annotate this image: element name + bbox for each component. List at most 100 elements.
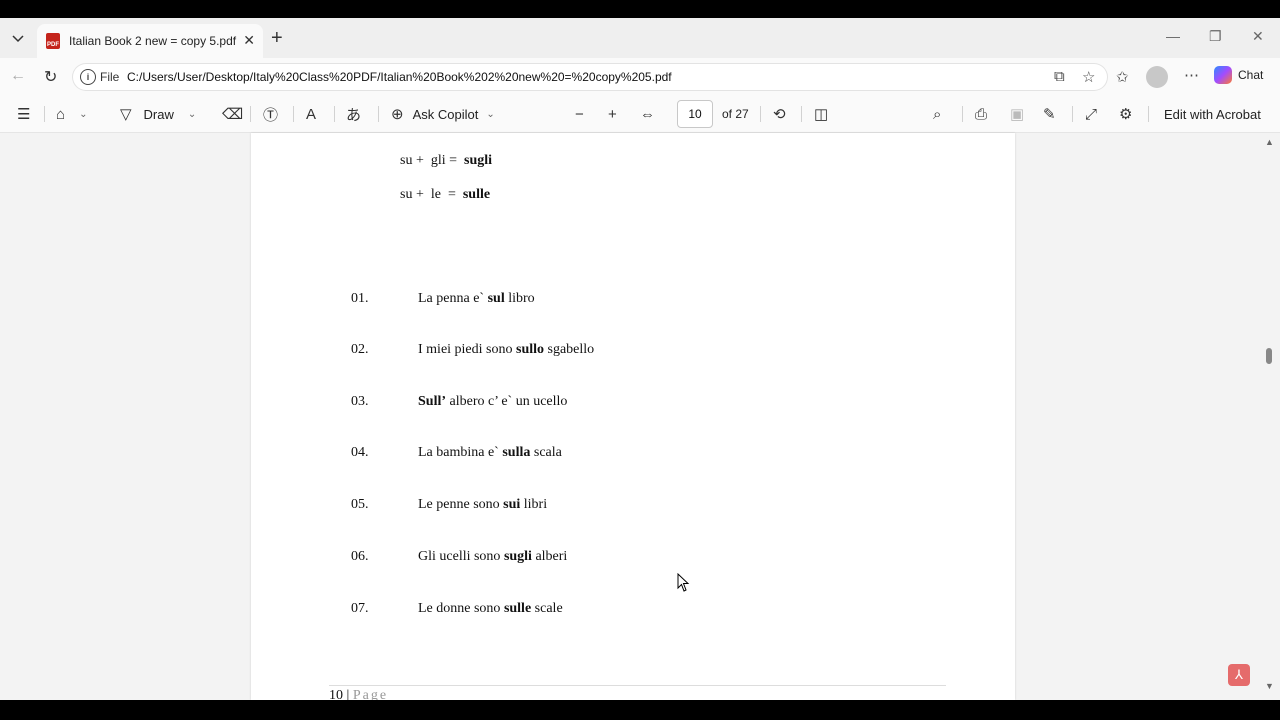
page-number-input[interactable]: 10 [677, 100, 713, 128]
fullscreen-button[interactable]: ⤢ [1085, 96, 1097, 132]
read-aloud-button[interactable]: A [306, 96, 316, 132]
example-text: I miei piedi sono sullo sgabello [418, 342, 594, 358]
highlight-button[interactable]: ⌂ ⌄ [56, 96, 87, 132]
scroll-thumb[interactable] [1266, 348, 1272, 364]
example-number: 05. [351, 497, 369, 512]
save-button[interactable]: ▣ [1010, 96, 1024, 132]
example-after: scale [531, 601, 563, 616]
divider [334, 106, 335, 122]
back-icon[interactable]: ← [10, 67, 26, 85]
page-view-button[interactable]: ◫ [814, 96, 828, 132]
star-icon[interactable]: ☆ [1082, 68, 1095, 86]
print-button[interactable]: ⎙ [975, 96, 987, 132]
divider [250, 106, 251, 122]
zoom-out-icon: − [575, 105, 584, 123]
formula-left: su + le = [400, 187, 463, 202]
example-text: Sull’ albero c’ e` un ucello [418, 394, 567, 410]
save-as-icon: ✎ [1043, 106, 1056, 123]
ask-copilot-label: Ask Copilot [412, 106, 479, 122]
textbox-button[interactable]: Ⓣ [263, 96, 278, 132]
more-icon[interactable]: ⋯ [1184, 66, 1199, 84]
refresh-icon[interactable]: ↻ [44, 67, 57, 87]
contents-icon: ☰ [17, 106, 31, 123]
minimize-button[interactable]: — [1166, 28, 1180, 44]
zoom-in-button[interactable]: + [608, 96, 617, 132]
example-bold: sul [487, 291, 505, 306]
tab-bar: PDF Italian Book 2 new = copy 5.pdf ✕ + … [0, 18, 1280, 58]
address-bar[interactable]: i File C:/Users/User/Desktop/Italy%20Cla… [72, 63, 1108, 91]
example-text: La penna e` sul libro [418, 291, 535, 307]
formula-result: sulle [462, 187, 491, 202]
page-footer: 10 | Page [329, 688, 388, 700]
divider [44, 106, 45, 122]
close-icon[interactable]: ✕ [243, 32, 255, 49]
footer-separator: | [343, 688, 353, 700]
fit-page-button[interactable]: ⇔ [640, 96, 655, 132]
formula-row: su + le = sulle [400, 187, 490, 203]
address-url[interactable]: C:/Users/User/Desktop/Italy%20Class%20PD… [127, 70, 672, 84]
pdf-viewer[interactable]: su + gli = sugli su + le = sulle 01. La … [0, 133, 1280, 700]
contents-button[interactable]: ☰ [17, 96, 30, 132]
rotate-button[interactable]: ⟲ [773, 96, 786, 132]
translate-icon: あ [346, 106, 362, 124]
draw-button[interactable]: ▽ Draw ⌄ [120, 96, 196, 132]
close-window-button[interactable]: ✕ [1252, 28, 1264, 45]
highlight-icon: ⌂ [56, 105, 66, 123]
example-bold: Sull’ [418, 394, 447, 409]
example-number: 06. [351, 549, 369, 564]
translate-button[interactable]: あ [346, 96, 361, 132]
divider [293, 106, 294, 122]
edit-with-acrobat-button[interactable]: Edit with Acrobat [1164, 96, 1261, 132]
page-total: of 27 [722, 107, 749, 121]
footer-number: 10 [329, 688, 343, 700]
save-icon: ▣ [1010, 106, 1025, 123]
zoom-out-button[interactable]: − [575, 96, 584, 132]
example-text: La bambina e` sulla scala [418, 445, 562, 461]
page-view-icon: ◫ [814, 106, 829, 123]
example-after: libri [520, 497, 548, 512]
chevron-down-icon: ⌄ [79, 108, 88, 120]
formula-left: su + gli = [400, 153, 465, 168]
erase-button[interactable]: ⌫ [222, 96, 243, 132]
tab-active[interactable]: PDF Italian Book 2 new = copy 5.pdf ✕ [37, 24, 263, 58]
example-bold: sulle [503, 601, 532, 616]
chevron-down-icon: ⌄ [486, 108, 495, 120]
pdf-icon: PDF [46, 33, 60, 49]
pdf-toolbar: ☰ ⌂ ⌄ ▽ Draw ⌄ ⌫ Ⓣ A あ ⊕ Ask Copilot ⌄ − … [0, 96, 1280, 133]
divider [378, 106, 379, 122]
settings-icon: ⚙ [1119, 106, 1133, 123]
divider [801, 106, 802, 122]
info-icon[interactable]: i [80, 69, 96, 85]
formula-result: sugli [464, 153, 493, 168]
chevron-down-icon [12, 35, 24, 43]
divider [760, 106, 761, 122]
chat-button[interactable]: Chat [1214, 66, 1263, 84]
vertical-scrollbar[interactable]: ▲ ▼ [1262, 133, 1276, 700]
example-text: Le penne sono sui libri [418, 497, 547, 513]
acrobat-icon[interactable]: ⅄ [1228, 664, 1250, 686]
save-as-button[interactable]: ✎ [1043, 96, 1056, 132]
example-bold: sugli [503, 549, 532, 564]
scroll-down-icon[interactable]: ▼ [1265, 681, 1274, 691]
example-number: 01. [351, 291, 369, 306]
example-before: Gli ucelli sono [418, 549, 504, 564]
favorites-icon[interactable]: ✩ [1116, 68, 1129, 86]
avatar[interactable] [1146, 66, 1168, 88]
example-after: albero c’ e` un ucello [446, 394, 568, 409]
draw-icon: ▽ [120, 106, 132, 123]
ask-copilot-button[interactable]: ⊕ Ask Copilot ⌄ [391, 96, 495, 132]
example-after: alberi [531, 549, 568, 564]
copilot-icon[interactable]: ⧉ [1054, 68, 1065, 85]
restore-button[interactable]: ❐ [1209, 28, 1222, 45]
new-tab-button[interactable]: + [271, 28, 283, 48]
tab-list-button[interactable] [6, 28, 30, 50]
fullscreen-icon: ⤢ [1085, 105, 1098, 123]
divider [1148, 106, 1149, 122]
settings-button[interactable]: ⚙ [1119, 96, 1132, 132]
search-button[interactable]: ⌕ [933, 96, 941, 132]
scroll-up-icon[interactable]: ▲ [1265, 137, 1274, 147]
copilot-icon: ⊕ [391, 106, 404, 123]
chat-label: Chat [1238, 68, 1264, 82]
example-number: 03. [351, 394, 369, 409]
example-number: 02. [351, 342, 369, 357]
